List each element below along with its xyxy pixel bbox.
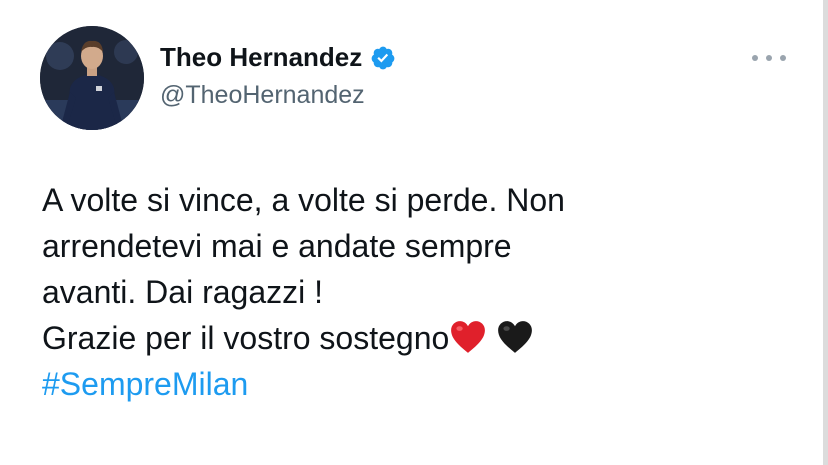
tweet-line-with-emojis: Grazie per il vostro sostegno bbox=[42, 315, 802, 361]
tweet-text: A volte si vince, a volte si perde. Non … bbox=[42, 177, 802, 407]
display-name[interactable]: Theo Hernandez bbox=[160, 42, 362, 73]
author-name-row[interactable]: Theo Hernandez bbox=[160, 42, 396, 73]
more-dot bbox=[752, 55, 758, 61]
more-options-icon[interactable] bbox=[752, 50, 786, 66]
more-dot bbox=[766, 55, 772, 61]
verified-badge-icon bbox=[370, 45, 396, 71]
hashtag-link[interactable]: #SempreMilan bbox=[42, 366, 248, 402]
tweet-line: A volte si vince, a volte si perde. Non bbox=[42, 182, 565, 218]
hashtag-line: #SempreMilan bbox=[42, 361, 802, 407]
username-handle[interactable]: @TheoHernandez bbox=[160, 81, 365, 110]
red-heart-icon bbox=[449, 319, 487, 355]
scroll-edge bbox=[823, 0, 828, 465]
tweet-line: avanti. Dai ragazzi ! bbox=[42, 274, 324, 310]
player-photo-avatar bbox=[40, 26, 144, 130]
more-dot bbox=[780, 55, 786, 61]
avatar[interactable] bbox=[40, 26, 144, 130]
black-heart-icon bbox=[496, 319, 534, 355]
tweet-line: Grazie per il vostro sostegno bbox=[42, 320, 450, 356]
tweet-line: arrendetevi mai e andate sempre bbox=[42, 228, 512, 264]
